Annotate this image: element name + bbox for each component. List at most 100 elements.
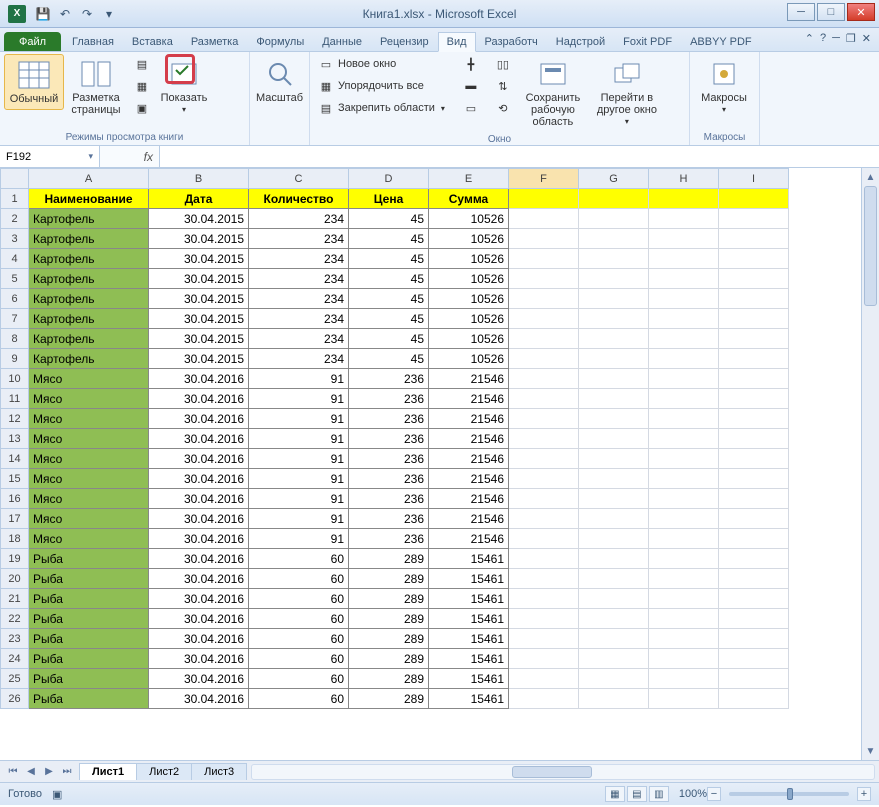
cell[interactable]: 30.04.2016 [149,549,249,569]
cell[interactable]: 30.04.2016 [149,689,249,709]
row-header[interactable]: 14 [1,449,29,469]
workbook-close-icon[interactable]: ✕ [862,32,871,45]
scroll-thumb[interactable] [864,186,877,306]
cell[interactable] [509,429,579,449]
cell[interactable]: 234 [249,289,349,309]
cell[interactable] [579,449,649,469]
cell[interactable]: 30.04.2016 [149,649,249,669]
zoom-thumb[interactable] [787,788,793,800]
cell[interactable]: 91 [249,529,349,549]
cell[interactable]: Мясо [29,369,149,389]
split-button[interactable]: ╋ [459,54,483,74]
save-icon[interactable]: 💾 [34,5,52,23]
column-header[interactable]: G [579,169,649,189]
cell[interactable] [509,449,579,469]
cell[interactable]: Картофель [29,209,149,229]
cell[interactable] [509,629,579,649]
zoom-out-button[interactable]: − [707,787,721,801]
tab-главная[interactable]: Главная [63,32,123,51]
cell[interactable] [579,629,649,649]
cell[interactable] [579,389,649,409]
sync-scroll-button[interactable]: ⇅ [491,76,515,96]
cell[interactable] [649,689,719,709]
cell[interactable] [649,289,719,309]
cell[interactable]: Рыба [29,589,149,609]
cell[interactable] [579,429,649,449]
unhide-button[interactable]: ▭ [459,98,483,118]
reset-position-button[interactable]: ⟲ [491,98,515,118]
tab-разработч[interactable]: Разработч [476,32,547,51]
cell[interactable]: 30.04.2015 [149,229,249,249]
cell[interactable] [649,409,719,429]
tab-надстрой[interactable]: Надстрой [547,32,614,51]
column-header[interactable]: I [719,169,789,189]
sheet-tab[interactable]: Лист2 [136,763,192,780]
cell[interactable] [579,549,649,569]
normal-view-button[interactable]: Обычный [4,54,64,110]
cell[interactable]: 45 [349,249,429,269]
cell[interactable] [649,629,719,649]
cell[interactable]: 30.04.2015 [149,249,249,269]
cell[interactable] [509,309,579,329]
cell[interactable] [579,349,649,369]
cell[interactable]: 30.04.2016 [149,669,249,689]
tab-abbyy pdf[interactable]: ABBYY PDF [681,32,761,51]
cell[interactable] [719,609,789,629]
close-button[interactable]: ✕ [847,3,875,21]
qat-customize-icon[interactable]: ▾ [100,5,118,23]
minimize-button[interactable]: ─ [787,3,815,21]
row-header[interactable]: 8 [1,329,29,349]
cell[interactable] [649,389,719,409]
cell[interactable] [509,269,579,289]
cell[interactable] [649,549,719,569]
cell[interactable]: 30.04.2016 [149,629,249,649]
row-header[interactable]: 5 [1,269,29,289]
tab-рецензир[interactable]: Рецензир [371,32,438,51]
cell[interactable] [719,329,789,349]
cell[interactable] [579,569,649,589]
row-header[interactable]: 3 [1,229,29,249]
cell[interactable]: 289 [349,629,429,649]
cell[interactable] [509,549,579,569]
cell[interactable] [579,209,649,229]
cell[interactable]: 236 [349,409,429,429]
cell[interactable]: Количество [249,189,349,209]
cell[interactable]: 289 [349,609,429,629]
cell[interactable]: 236 [349,469,429,489]
cell[interactable] [649,329,719,349]
cell[interactable]: 15461 [429,649,509,669]
cell[interactable] [579,409,649,429]
cell[interactable]: 60 [249,649,349,669]
row-header[interactable]: 25 [1,669,29,689]
cell[interactable]: Мясо [29,429,149,449]
cell[interactable]: 234 [249,309,349,329]
cell[interactable] [579,249,649,269]
cell[interactable]: 289 [349,569,429,589]
column-header[interactable]: F [509,169,579,189]
maximize-button[interactable]: □ [817,3,845,21]
cell[interactable]: Картофель [29,349,149,369]
cell[interactable]: 30.04.2015 [149,309,249,329]
cell[interactable] [719,449,789,469]
cell[interactable]: Мясо [29,409,149,429]
help-icon[interactable]: ? [820,32,826,45]
cell[interactable]: 15461 [429,669,509,689]
cell[interactable] [509,409,579,429]
cell[interactable]: 45 [349,209,429,229]
cell[interactable]: 30.04.2015 [149,329,249,349]
sheet-tab[interactable]: Лист1 [79,763,137,780]
cell[interactable]: Рыба [29,629,149,649]
workbook-restore-icon[interactable]: ❐ [846,32,856,45]
cell[interactable] [719,289,789,309]
cell[interactable]: Дата [149,189,249,209]
cell[interactable] [719,249,789,269]
cell[interactable] [719,669,789,689]
cell[interactable]: Мясо [29,469,149,489]
cell[interactable] [579,329,649,349]
cell[interactable] [579,289,649,309]
zoom-slider[interactable] [729,792,849,796]
cell[interactable] [649,349,719,369]
cell[interactable]: 21546 [429,489,509,509]
cell[interactable] [719,649,789,669]
cell[interactable]: 236 [349,389,429,409]
